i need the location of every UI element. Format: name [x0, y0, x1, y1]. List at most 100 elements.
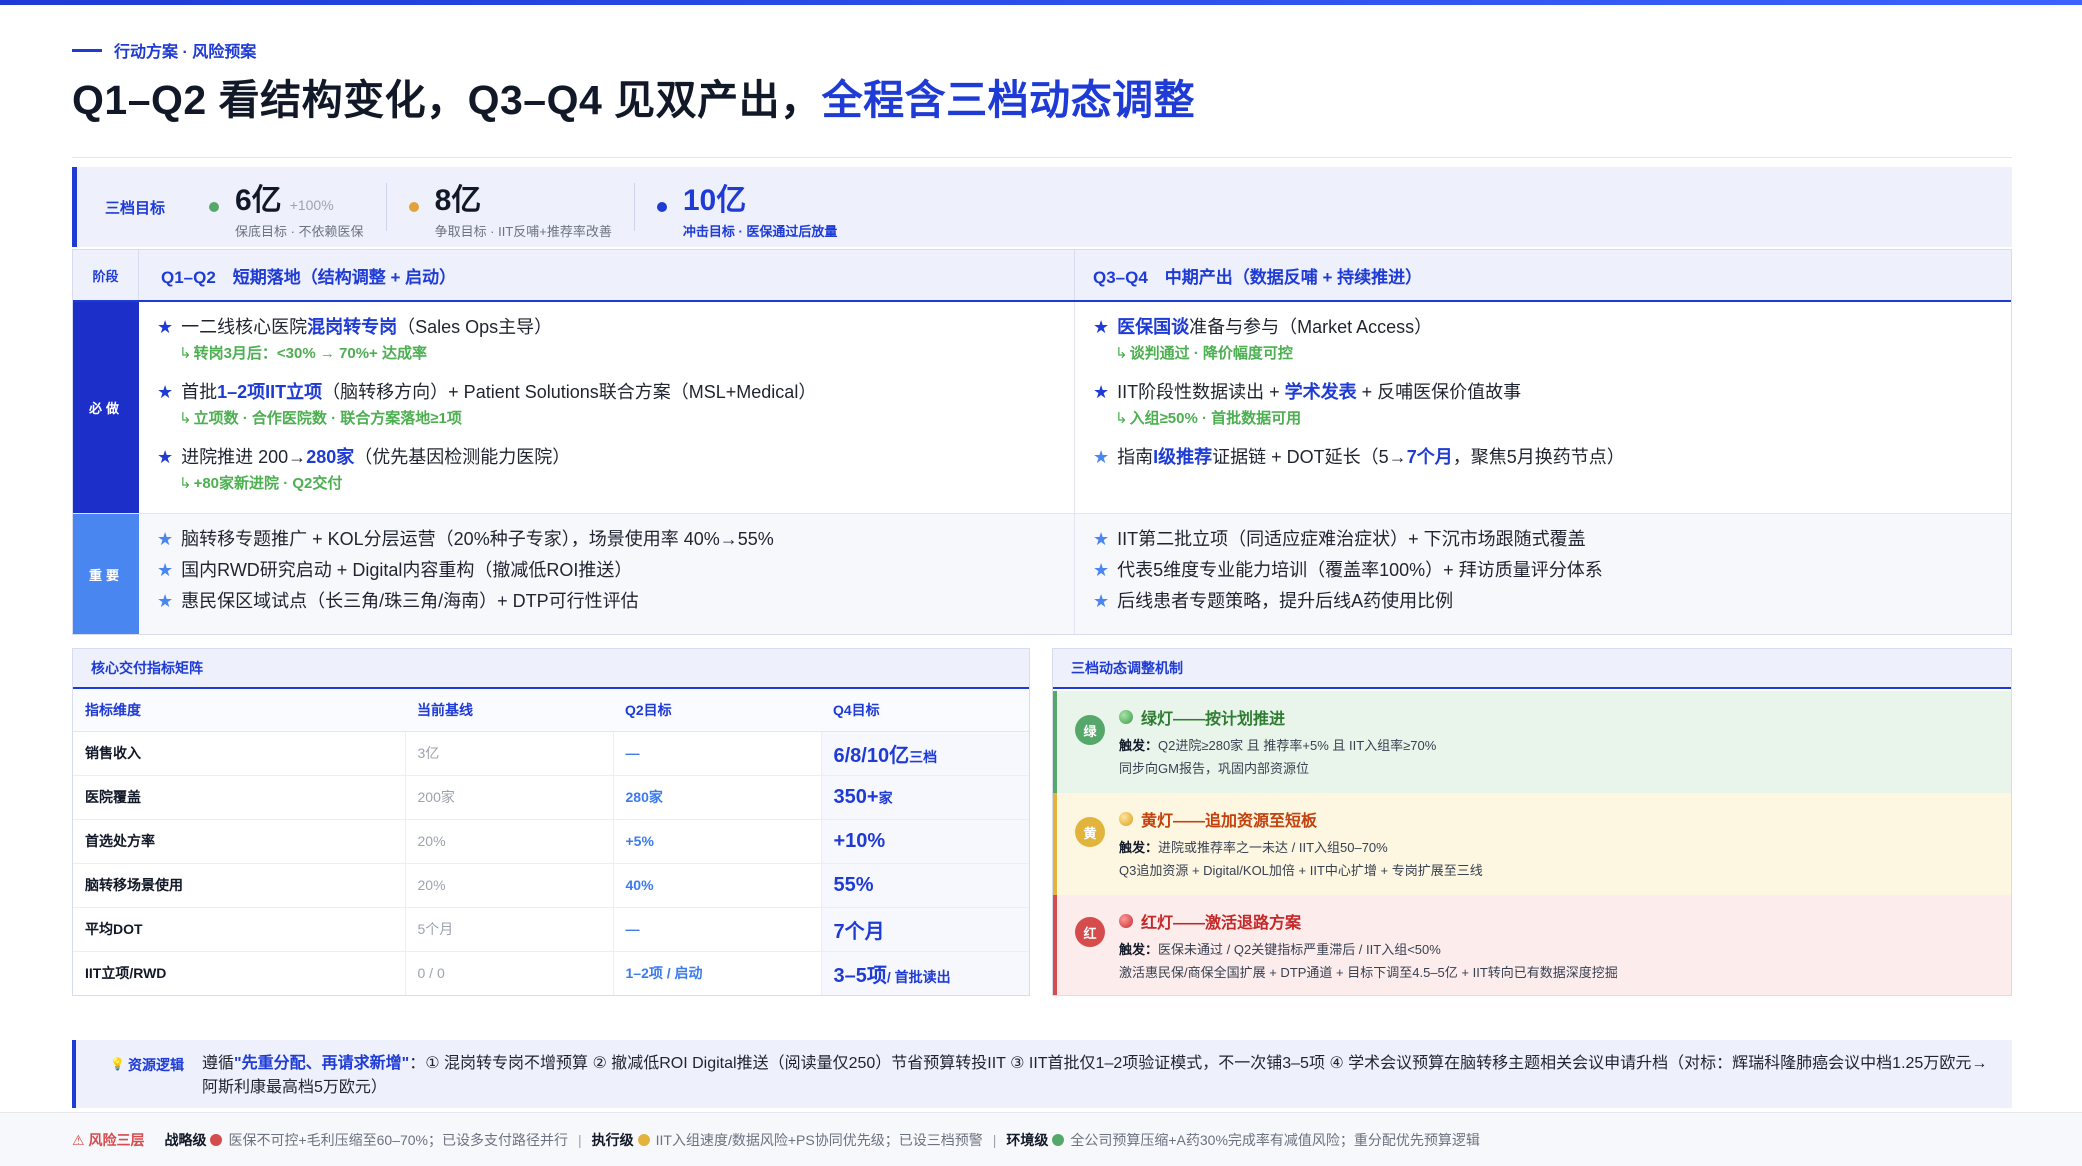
lamp-head: 红灯——激活退路方案: [1119, 909, 2011, 933]
star-icon: ★: [157, 382, 174, 402]
risk-footer: ⚠ 风险三层 战略级 医保不可控+毛利压缩至60–70%；已设多支付路径并行 | …: [0, 1112, 2082, 1166]
star-icon: ★: [157, 529, 174, 549]
red-light-icon: [1119, 914, 1133, 928]
kpi-panel: 核心交付指标矩阵 指标维度 当前基线 Q2目标 Q4目标 销售收入 3亿 —6/8/…: [72, 648, 1030, 996]
resource-logic-box: 💡 资源逻辑 遵循"先重分配、再请求新增"：① 混岗转专岗不增预算 ② 撤减低R…: [72, 1040, 2012, 1108]
target-value: 10亿: [682, 183, 747, 217]
col-header: Q2目标: [613, 689, 821, 732]
arrow-icon: ↳: [179, 410, 192, 427]
green-light-icon: [1119, 710, 1133, 724]
mechanism-panel: 三档动态调整机制 绿 绿灯——按计划推进 触发：Q2进院≥280家 且 推荐率+…: [1052, 648, 2012, 996]
risk-dot-icon: [1052, 1133, 1065, 1146]
risk-level: 执行级: [591, 1131, 634, 1148]
phase-table: 阶段 Q1–Q2 短期落地（结构调整 + 启动） Q3–Q4 中期产出（数据反哺…: [72, 249, 2012, 635]
phase-head-label: 阶段: [73, 250, 139, 300]
status-dot-icon: [209, 202, 219, 212]
must-right-col: ★ 医保国谈准备与参与（Market Access） ↳ 谈判通过 · 降价幅度可控…: [1075, 302, 2011, 513]
risk-label: ⚠ 风险三层: [72, 1131, 145, 1148]
col-header: Q4目标: [821, 689, 1029, 732]
target-tag: +100%: [289, 196, 334, 213]
green-lamp: 绿 绿灯——按计划推进 触发：Q2进院≥280家 且 推荐率+5% 且 IIT入…: [1053, 691, 2011, 793]
table-row: 医院覆盖 200家 280家 350+家: [73, 775, 1029, 820]
star-icon: ★: [1093, 529, 1110, 549]
lamp-action: 同步向GM报告，巩固内部资源位: [1119, 761, 1309, 776]
important-label: 重要: [73, 514, 139, 634]
target-item: 6亿 +100% 保底目标 · 不依赖医保: [187, 183, 386, 239]
table-row: IIT立项/RWD 0 / 0 1–2项 / 启动 3–5项/ 首批读出: [73, 951, 1029, 995]
risk-text: 全公司预算压缩+A药30%完成率有减值风险；重分配优先预算逻辑: [1070, 1131, 1480, 1148]
must-do-row: 必做 ★ 一二线核心医院混岗转专岗（Sales Ops主导） ↳ 转岗3月后：<30…: [73, 302, 2011, 514]
star-icon: ★: [1093, 317, 1110, 337]
risk-level: 战略级: [164, 1131, 207, 1148]
arrow-icon: ↳: [1115, 410, 1128, 427]
star-icon: ★: [157, 560, 174, 580]
lamp-action: Q3追加资源 + Digital/KOL加倍 + IIT中心扩增 + 专岗扩展至…: [1119, 863, 1483, 878]
item-note: ↳ 立项数 · 合作医院数 · 联合方案落地≥1项: [179, 410, 462, 427]
resource-text: 遵循"先重分配、再请求新增"：① 混岗转专岗不增预算 ② 撤减低ROI Digi…: [202, 1055, 1988, 1096]
mechanism-title: 三档动态调整机制: [1053, 649, 2011, 689]
risk-text: IIT入组速度/数据风险+PS协同优先级；已设三档预警: [655, 1131, 983, 1148]
risk-dot-icon: [637, 1133, 650, 1146]
list-item: ★ IIT第二批立项（同适应症难治症状）+ 下沉市场跟随式覆盖: [1093, 529, 1586, 549]
lamp-head: 绿灯——按计划推进: [1119, 705, 2011, 729]
list-item: ★ 首批1–2项IIT立项（脑转移方向）+ Patient Solutions联合…: [157, 382, 817, 402]
important-right-col: ★ IIT第二批立项（同适应症难治症状）+ 下沉市场跟随式覆盖 ★ 代表5维度专业能…: [1075, 514, 2011, 634]
list-item: ★ 脑转移专题推广 + KOL分层运营（20%种子专家），场景使用率 40%→55…: [157, 529, 774, 549]
page-title: Q1–Q2 看结构变化，Q3–Q4 见双产出，全程含三档动态调整: [72, 66, 1195, 126]
top-accent-bar: [0, 0, 2082, 5]
title-divider: [72, 157, 2012, 158]
red-badge: 红: [1075, 917, 1105, 947]
risk-level: 环境级: [1006, 1131, 1049, 1148]
list-item: ★ 代表5维度专业能力培训（覆盖率100%）+ 拜访质量评分体系: [1093, 560, 1603, 580]
status-dot-icon: [656, 202, 667, 212]
star-icon: ★: [1093, 560, 1110, 580]
kpi-table: 指标维度 当前基线 Q2目标 Q4目标 销售收入 3亿 —6/8/10亿三档 医院覆…: [73, 689, 1029, 995]
item-note: ↳ 谈判通过 · 降价幅度可控: [1115, 345, 1293, 362]
target-sub: 争取目标 · IIT反哺+推荐率改善: [434, 223, 612, 239]
star-icon: ★: [157, 591, 174, 611]
eyebrow-text: 行动方案 · 风险预案: [114, 44, 257, 61]
must-left-col: ★ 一二线核心医院混岗转专岗（Sales Ops主导） ↳ 转岗3月后：<30% →…: [139, 302, 1075, 513]
arrow-icon: ↳: [1115, 345, 1128, 362]
star-icon: ★: [1093, 382, 1110, 402]
target-value: 6亿: [235, 183, 282, 217]
target-value: 8亿: [434, 183, 482, 217]
warning-icon: ⚠: [72, 1131, 85, 1148]
important-left-col: ★ 脑转移专题推广 + KOL分层运营（20%种子专家），场景使用率 40%→55…: [139, 514, 1075, 634]
item-note: ↳ 入组≥50% · 首批数据可用: [1115, 410, 1302, 427]
star-icon: ★: [157, 447, 174, 467]
star-icon: ★: [1093, 447, 1110, 467]
yellow-lamp: 黄 黄灯——追加资源至短板 触发：进院或推荐率之一未达 / IIT入组50–70…: [1053, 793, 2011, 895]
star-icon: ★: [1093, 591, 1110, 611]
list-item: ★ 指南I级推荐证据链 + DOT延长（5→7个月，聚焦5月换药节点）: [1093, 447, 1625, 467]
list-item: ★ 惠民保区域试点（长三角/珠三角/海南）+ DTP可行性评估: [157, 591, 639, 611]
list-item: ★ 一二线核心医院混岗转专岗（Sales Ops主导）: [157, 317, 553, 337]
title-main: Q1–Q2 看结构变化，Q3–Q4 见双产出，: [72, 77, 822, 123]
target-item: 10亿 冲击目标 · 医保通过后放量: [633, 183, 860, 239]
lamp-trigger: 触发：进院或推荐率之一未达 / IIT入组50–70%: [1119, 840, 1388, 855]
list-item: ★ 医保国谈准备与参与（Market Access）: [1093, 317, 1433, 337]
arrow-icon: ↳: [179, 345, 192, 362]
risk-text: 医保不可控+毛利压缩至60–70%；已设多支付路径并行: [228, 1131, 569, 1148]
yellow-badge: 黄: [1075, 817, 1105, 847]
eyebrow-dash: [72, 48, 102, 52]
list-item: ★ 后线患者专题策略，提升后线A药使用比例: [1093, 591, 1454, 611]
item-note: ↳ +80家新进院 · Q2交付: [179, 475, 343, 492]
list-item: ★ 国内RWD研究启动 + Digital内容重构（撤减低ROI推送）: [157, 560, 633, 580]
target-sub: 保底目标 · 不依赖医保: [235, 223, 364, 239]
col-header: 指标维度: [73, 689, 405, 732]
q34-header: Q3–Q4 中期产出（数据反哺 + 持续推进）: [1093, 267, 1423, 287]
risk-dot-icon: [210, 1133, 223, 1146]
targets-label: 三档目标: [105, 199, 166, 217]
phase-header: 阶段 Q1–Q2 短期落地（结构调整 + 启动） Q3–Q4 中期产出（数据反哺…: [73, 250, 2011, 302]
red-lamp: 红 红灯——激活退路方案 触发：医保未通过 / Q2关键指标严重滞后 / IIT…: [1053, 895, 2011, 995]
lamp-action: 激活惠民保/商保全国扩展 + DTP通道 + 目标下调至4.5–5亿 + IIT…: [1119, 965, 1618, 980]
title-highlight: 全程含三档动态调整: [821, 77, 1196, 123]
star-icon: ★: [157, 317, 174, 337]
must-label: 必做: [73, 302, 139, 513]
kpi-title: 核心交付指标矩阵: [73, 649, 1029, 689]
target-item: 8亿 争取目标 · IIT反哺+推荐率改善: [385, 183, 634, 239]
lightbulb-icon: 💡: [110, 1057, 125, 1071]
yellow-light-icon: [1119, 812, 1133, 826]
col-header: 当前基线: [405, 689, 613, 732]
